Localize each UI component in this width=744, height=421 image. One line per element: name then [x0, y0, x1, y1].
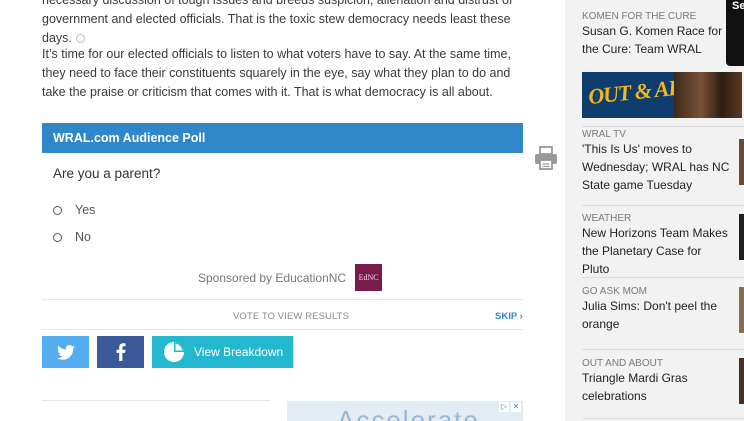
- sidebar: KOMEN FOR THE CURE Susan G. Komen Race f…: [565, 0, 744, 421]
- poll-option-yes[interactable]: Yes: [53, 203, 95, 217]
- view-breakdown-button[interactable]: View Breakdown: [152, 336, 293, 368]
- poll-option-label: No: [75, 230, 91, 244]
- sidebar-item-headline[interactable]: Triangle Mardi Gras celebrations: [582, 369, 732, 405]
- divider: [582, 349, 744, 350]
- ad-controls: ▷ ✕: [499, 402, 521, 412]
- sidebar-thumbnail[interactable]: [739, 358, 744, 404]
- article-paragraph-text: necessary discussion of tough issues and…: [42, 0, 513, 45]
- divider: [582, 205, 744, 206]
- sidebar-item[interactable]: OUT AND ABOUT Triangle Mardi Gras celebr…: [582, 358, 732, 405]
- sidebar-item[interactable]: KOMEN FOR THE CURE Susan G. Komen Race f…: [582, 11, 732, 58]
- poll-option-no[interactable]: No: [53, 230, 91, 244]
- sidebar-item-category: KOMEN FOR THE CURE: [582, 11, 697, 22]
- sidebar-thumbnail[interactable]: [739, 214, 744, 260]
- sidebar-item-category: WRAL TV: [582, 129, 626, 140]
- sidebar-item[interactable]: WRAL TV 'This Is Us' moves to Wednesday;…: [582, 129, 732, 194]
- poll-option-label: Yes: [75, 203, 96, 217]
- sponsor-label: Sponsored by EducationNC: [198, 270, 347, 285]
- sponsor-logo[interactable]: EdNC: [355, 264, 383, 291]
- pie-chart-icon: [164, 342, 184, 362]
- poll-sponsor: Sponsored by EducationNC EdNC: [198, 264, 383, 291]
- radio-icon[interactable]: [53, 232, 62, 242]
- print-icon[interactable]: [534, 145, 558, 176]
- radio-icon[interactable]: [53, 205, 62, 215]
- divider: [42, 299, 523, 300]
- poll-question: Are you a parent?: [53, 166, 161, 181]
- sidebar-item[interactable]: GO ASK MOM Julia Sims: Don't peel the or…: [582, 286, 732, 333]
- sidebar-item-headline[interactable]: Susan G. Komen Race for the Cure: Team W…: [582, 22, 732, 58]
- out-and-about-banner[interactable]: OUT & ABOUT: [582, 72, 742, 118]
- banner-image: [674, 72, 742, 118]
- divider: [42, 329, 523, 330]
- facebook-icon: [116, 343, 125, 361]
- sidebar-item-headline[interactable]: 'This Is Us' moves to Wednesday; WRAL ha…: [582, 140, 732, 194]
- divider: [582, 126, 744, 127]
- sidebar-item[interactable]: WEATHER New Horizons Team Makes the Plan…: [582, 213, 732, 278]
- sidebar-item-headline[interactable]: Julia Sims: Don't peel the orange: [582, 297, 732, 333]
- vote-to-view-label: VOTE TO VIEW RESULTS: [233, 311, 350, 322]
- ad-choices-icon[interactable]: [75, 34, 85, 44]
- facebook-share-button[interactable]: [97, 336, 144, 368]
- top-right-ad[interactable]: Se: [726, 0, 744, 66]
- sidebar-thumbnail[interactable]: [739, 287, 744, 333]
- article-paragraph: It’s time for our elected officials to l…: [42, 47, 511, 99]
- divider: [582, 277, 744, 278]
- sidebar-thumbnail[interactable]: [739, 139, 744, 185]
- article-main: necessary discussion of tough issues and…: [0, 0, 565, 421]
- view-breakdown-label: View Breakdown: [194, 345, 284, 359]
- twitter-icon: [56, 344, 75, 360]
- divider: [582, 418, 744, 419]
- close-icon[interactable]: ✕: [511, 402, 521, 412]
- twitter-share-button[interactable]: [42, 336, 89, 368]
- advertisement[interactable]: Accelerate ▷ ✕: [287, 401, 523, 421]
- divider: [42, 400, 270, 401]
- top-ad-text: Se: [732, 0, 744, 12]
- ad-text: Accelerate: [337, 405, 480, 421]
- sidebar-item-category: OUT AND ABOUT: [582, 358, 663, 369]
- poll-header: WRAL.com Audience Poll: [42, 123, 523, 153]
- ad-info-icon[interactable]: ▷: [499, 402, 509, 412]
- article-paragraph: necessary discussion of tough issues and…: [42, 0, 527, 48]
- sidebar-item-category: GO ASK MOM: [582, 286, 648, 297]
- sidebar-item-category: WEATHER: [582, 213, 632, 224]
- sidebar-item-headline[interactable]: New Horizons Team Makes the Planetary Ca…: [582, 224, 732, 278]
- skip-link[interactable]: SKIP ›: [495, 311, 523, 322]
